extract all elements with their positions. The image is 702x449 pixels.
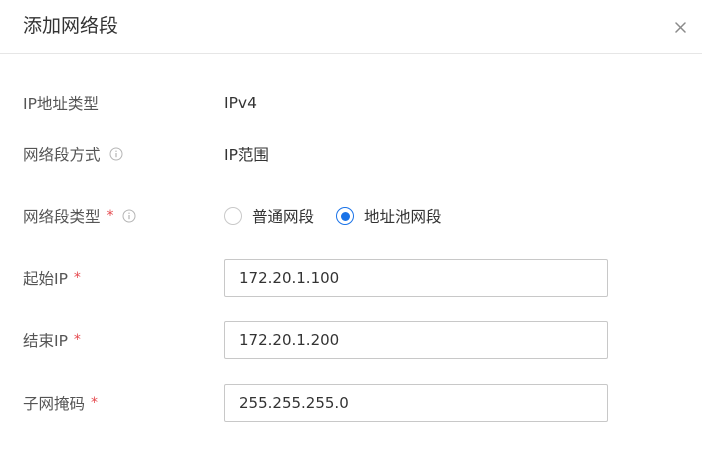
start-ip-label: 起始IP * [23,270,81,288]
ip-type-value: IPv4 [224,94,257,112]
segment-mode-value: IP范围 [224,146,269,164]
subnet-mask-label: 子网掩码 * [23,395,99,413]
required-mark: * [106,208,114,224]
segment-mode-row: 网络段方式 IP范围 [0,135,702,173]
radio-normal-segment[interactable]: 普通网段 [224,205,314,227]
radio-checked-icon[interactable] [336,207,355,225]
start-ip-input[interactable] [224,259,608,297]
end-ip-label: 结束IP * [23,332,81,350]
segment-type-row: 网络段类型 * 普通网段 地址池网段 [0,197,702,235]
subnet-mask-input[interactable] [224,384,608,422]
required-mark: * [73,332,81,348]
end-ip-row: 结束IP * [0,321,702,359]
info-icon[interactable] [109,147,123,161]
add-segment-dialog: 添加网络段 IP地址类型 IPv4 网络段方式 IP范围 网络段类型 * 普通网… [0,0,702,449]
start-ip-row: 起始IP * [0,259,702,297]
info-icon[interactable] [122,209,136,223]
close-button[interactable] [670,16,690,38]
ip-type-row: IP地址类型 IPv4 [0,84,702,122]
dialog-header: 添加网络段 [0,0,702,54]
required-mark: * [91,395,99,411]
ip-type-label: IP地址类型 [23,95,99,113]
close-icon [674,21,686,33]
radio-unchecked-icon[interactable] [224,207,242,225]
segment-mode-label: 网络段方式 [23,135,123,173]
subnet-mask-row: 子网掩码 * [0,384,702,422]
segment-type-radio-group: 普通网段 地址池网段 [224,197,442,235]
segment-type-label: 网络段类型 * [23,197,136,235]
end-ip-input[interactable] [224,321,608,359]
radio-address-pool-segment[interactable]: 地址池网段 [336,205,442,227]
dialog-title: 添加网络段 [23,15,119,37]
required-mark: * [73,270,81,286]
